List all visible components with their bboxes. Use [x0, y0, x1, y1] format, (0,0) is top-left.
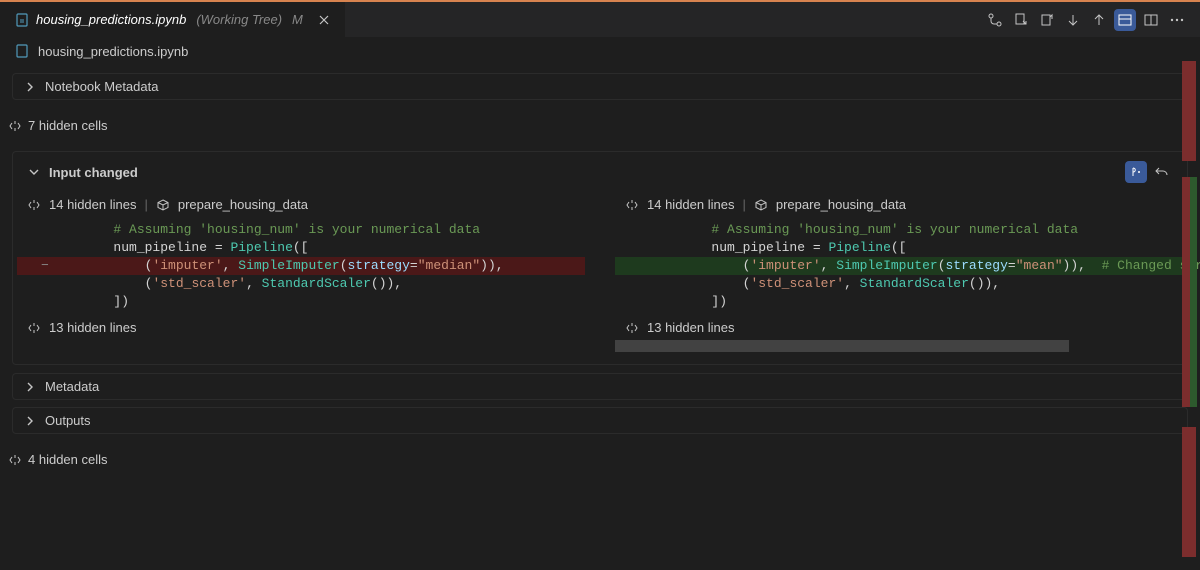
section-label: Outputs	[45, 413, 91, 428]
chevron-right-icon	[23, 380, 37, 394]
cube-icon	[156, 198, 170, 212]
diff-container: 14 hidden lines | prepare_housing_data #…	[17, 188, 1183, 360]
hidden-lines-bottom-left[interactable]: 13 hidden lines	[17, 315, 585, 340]
breadcrumb: housing_predictions.ipynb	[0, 37, 1200, 65]
file-icon	[14, 43, 30, 59]
hidden-cells-bottom[interactable]: 4 hidden cells	[4, 442, 1188, 477]
section-label: Metadata	[45, 379, 99, 394]
go-to-file-icon[interactable]	[1010, 9, 1032, 31]
notebook-metadata-section[interactable]: Notebook Metadata	[12, 73, 1188, 100]
ruler-marker	[1182, 61, 1196, 161]
hidden-lines-label: 13 hidden lines	[647, 320, 734, 335]
chevron-right-icon	[23, 80, 37, 94]
cube-icon	[754, 198, 768, 212]
tab-actions	[972, 2, 1200, 37]
chevron-down-icon[interactable]	[27, 165, 41, 179]
expand-icon	[8, 119, 22, 133]
separator: |	[742, 197, 745, 212]
hidden-cells-top[interactable]: 7 hidden cells	[4, 108, 1188, 143]
file-icon	[14, 12, 30, 28]
ruler-marker	[1190, 177, 1197, 407]
expand-icon	[625, 321, 639, 335]
input-changed-section: Input changed 14 hidden lines | prepare_…	[12, 151, 1188, 365]
horizontal-scrollbar[interactable]	[615, 340, 1069, 352]
expand-icon	[27, 321, 41, 335]
next-change-icon[interactable]	[1062, 9, 1084, 31]
outputs-section[interactable]: Outputs	[12, 407, 1188, 434]
expand-icon	[27, 198, 41, 212]
split-editor-icon[interactable]	[1140, 9, 1162, 31]
whitespace-icon[interactable]	[1125, 161, 1147, 183]
diff-pane-left: 14 hidden lines | prepare_housing_data #…	[17, 188, 585, 360]
prev-change-icon[interactable]	[1088, 9, 1110, 31]
open-changes-icon[interactable]	[1114, 9, 1136, 31]
hidden-lines-top-right[interactable]: 14 hidden lines | prepare_housing_data	[615, 192, 1183, 217]
undo-icon[interactable]	[1151, 161, 1173, 183]
overview-ruler[interactable]	[1176, 37, 1200, 570]
ruler-marker	[1182, 427, 1196, 557]
hidden-lines-top-left[interactable]: 14 hidden lines | prepare_housing_data	[17, 192, 585, 217]
hidden-lines-label: 14 hidden lines	[49, 197, 136, 212]
more-icon[interactable]	[1166, 9, 1188, 31]
hidden-lines-label: 13 hidden lines	[49, 320, 136, 335]
function-name: prepare_housing_data	[178, 197, 308, 212]
revert-icon[interactable]	[1036, 9, 1058, 31]
chevron-right-icon	[23, 414, 37, 428]
separator: |	[144, 197, 147, 212]
function-name: prepare_housing_data	[776, 197, 906, 212]
expand-icon	[8, 453, 22, 467]
hidden-cells-label: 7 hidden cells	[28, 118, 108, 133]
diff-pane-right: 14 hidden lines | prepare_housing_data #…	[615, 188, 1183, 360]
input-changed-label: Input changed	[49, 165, 138, 180]
code-block-left[interactable]: # Assuming 'housing_num' is your numeric…	[17, 217, 585, 315]
tab-bar: housing_predictions.ipynb (Working Tree)…	[0, 0, 1200, 37]
hidden-lines-label: 14 hidden lines	[647, 197, 734, 212]
code-block-right[interactable]: # Assuming 'housing_num' is your numeric…	[615, 217, 1183, 315]
tab-modified-indicator: M	[292, 12, 303, 27]
tab-suffix: (Working Tree)	[196, 12, 282, 27]
compare-changes-icon[interactable]	[984, 9, 1006, 31]
breadcrumb-filename: housing_predictions.ipynb	[38, 44, 188, 59]
tab-filename: housing_predictions.ipynb	[36, 12, 186, 27]
section-label: Notebook Metadata	[45, 79, 158, 94]
metadata-section[interactable]: Metadata	[12, 373, 1188, 400]
expand-icon	[625, 198, 639, 212]
hidden-cells-label: 4 hidden cells	[28, 452, 108, 467]
hidden-lines-bottom-right[interactable]: 13 hidden lines	[615, 315, 1183, 340]
close-icon[interactable]	[313, 9, 335, 31]
tab-active[interactable]: housing_predictions.ipynb (Working Tree)…	[0, 2, 346, 37]
